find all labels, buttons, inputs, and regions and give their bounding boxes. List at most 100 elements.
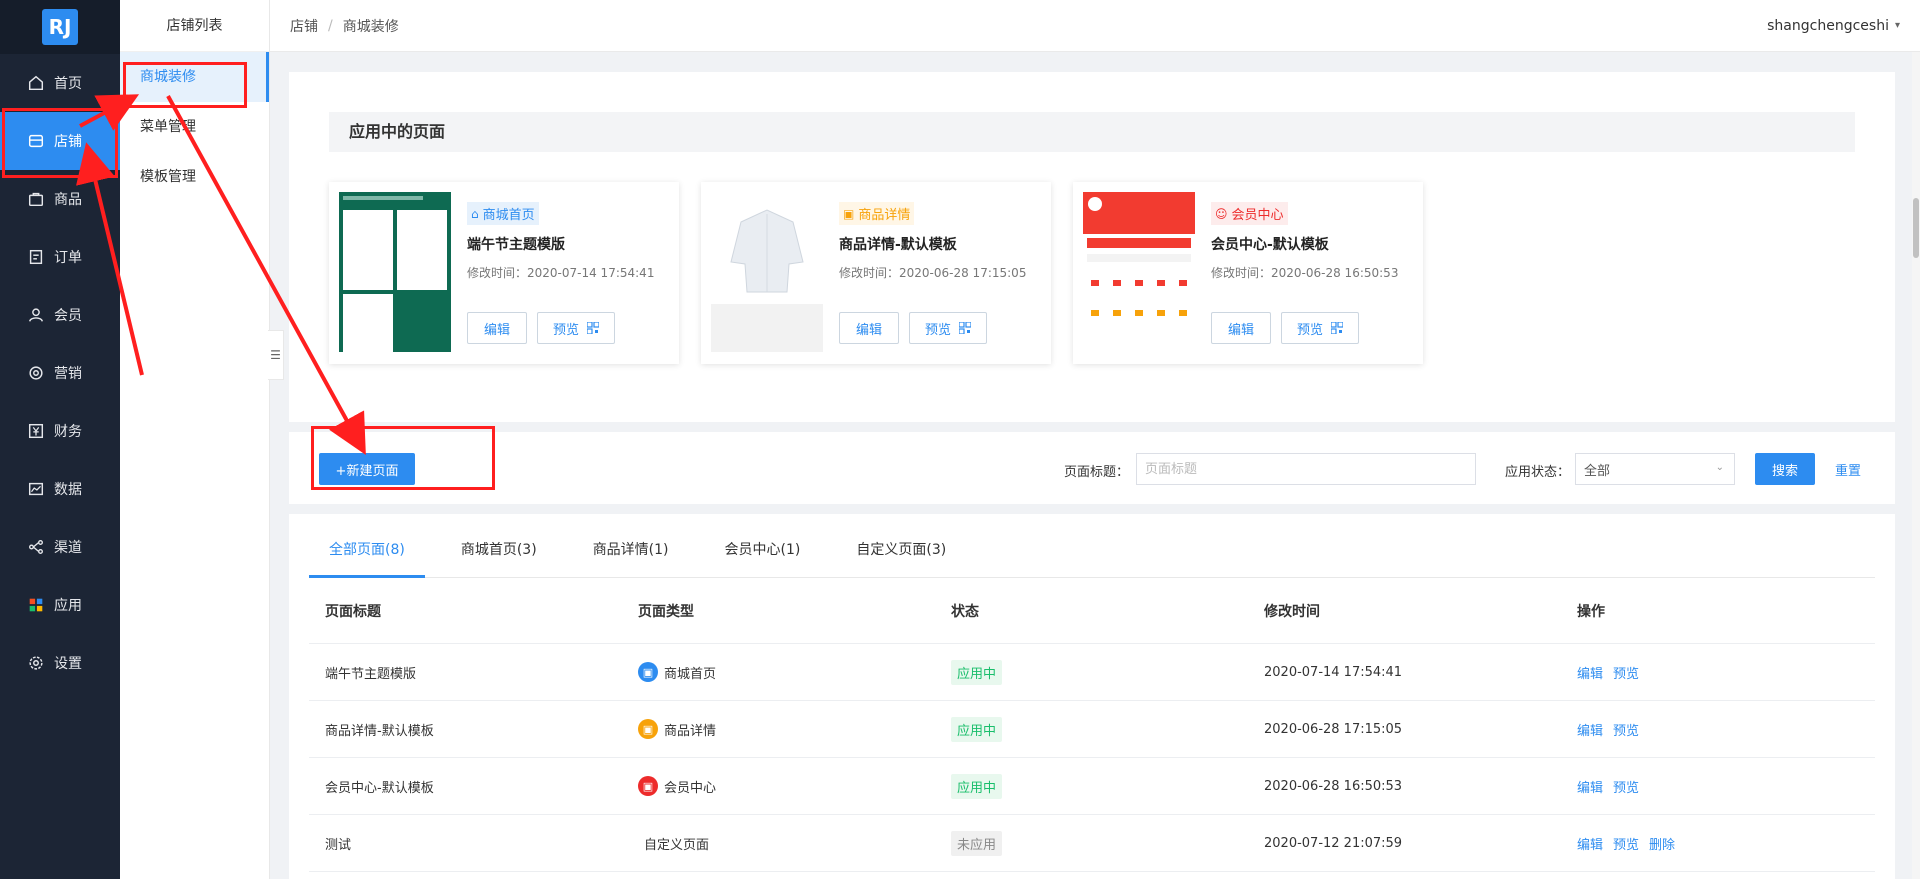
cell-title: 测试 (325, 837, 352, 853)
preview-button[interactable]: 预览 (1281, 312, 1359, 344)
column-header-actions: 操作 (1577, 603, 1605, 620)
sidebar-item-label: 应用 (54, 598, 82, 614)
breadcrumb-item-current: 商城装修 (342, 18, 399, 35)
tab-3[interactable]: 会员中心(1) (705, 528, 821, 578)
finance-icon (26, 421, 46, 441)
data-icon (26, 479, 46, 499)
tab-1[interactable]: 商城首页(3) (441, 528, 557, 578)
row-action-1[interactable]: 预览 (1613, 834, 1639, 853)
cell-time: 2020-06-28 16:50:53 (1264, 778, 1403, 794)
sidebar-item-9[interactable]: 应用 (0, 576, 120, 634)
header: 店铺 / 商城装修 shangchengceshi ▾ (270, 0, 1920, 52)
table-row: 商品详情-默认模板 ▣ 商品详情 应用中 2020-06-28 17:15:05 编辑 预览 (309, 701, 1875, 758)
sidebar-item-2[interactable]: 商品 (0, 170, 120, 228)
applied-pages-card: 应用中的页面 ⌂ 商城首页 端午节主题模版 修改时间：2020-07-14 17:… (289, 72, 1895, 422)
store-icon: ⌂ (471, 206, 479, 221)
template-card-member: ☺ 会员中心 会员中心-默认模板 修改时间：2020-06-28 16:50:53… (1073, 182, 1423, 364)
sidebar-item-label: 商品 (54, 192, 82, 208)
username: shangchengceshi (1767, 17, 1889, 34)
row-action-1[interactable]: 预览 (1613, 663, 1639, 682)
row-action-1[interactable]: 预览 (1613, 777, 1639, 796)
status-badge: 未应用 (951, 830, 1003, 856)
status-select[interactable]: 全部 ⌄ (1575, 453, 1735, 485)
tab-2[interactable]: 商品详情(1) (573, 528, 689, 578)
sidebar-item-10[interactable]: 设置 (0, 634, 120, 692)
cell-status: 应用中 (935, 659, 1248, 685)
row-action-2[interactable]: 删除 (1649, 834, 1675, 853)
home-icon (26, 73, 46, 93)
sub-sidebar-item-1[interactable]: 菜单管理 (120, 102, 269, 152)
sidebar-item-0[interactable]: 首页 (0, 54, 120, 112)
bag-icon (26, 189, 46, 209)
sidebar-item-7[interactable]: 数据 (0, 460, 120, 518)
template-time: 修改时间：2020-07-14 17:54:41 (467, 266, 655, 280)
cell-status: 应用中 (935, 716, 1248, 742)
sub-sidebar-item-2[interactable]: 模板管理 (120, 152, 269, 202)
row-action-1[interactable]: 预览 (1613, 720, 1639, 739)
status-badge: 应用中 (951, 773, 1003, 799)
collapse-sidebar-icon[interactable]: ☰ (268, 330, 284, 380)
row-action-0[interactable]: 编辑 (1577, 720, 1603, 739)
sidebar-item-label: 订单 (54, 250, 82, 266)
template-name: 商品详情-默认模板 (839, 237, 957, 253)
page-title-input[interactable] (1136, 453, 1476, 485)
row-action-0[interactable]: 编辑 (1577, 834, 1603, 853)
search-button[interactable]: 搜索 (1755, 453, 1815, 485)
table-row: 端午节主题模版 ▣ 商城首页 应用中 2020-07-14 17:54:41 编辑 预览 (309, 644, 1875, 701)
pages-table: 页面标题 页面类型 状态 修改时间 操作 端午节主题模版 ▣ 商城首页 应用中 2020… (309, 578, 1875, 872)
cell-time: 2020-06-28 17:15:05 (1264, 721, 1403, 737)
highlight-box-decoration (123, 62, 247, 108)
tab-0[interactable]: 全部页面(8) (309, 528, 425, 578)
edit-button[interactable]: 编辑 (467, 312, 527, 344)
sidebar-item-6[interactable]: 财务 (0, 402, 120, 460)
page-tabs: 全部页面(8) 商城首页(3) 商品详情(1) 会员中心(1) 自定义页面(3) (309, 528, 1875, 578)
breadcrumb: 店铺 / 商城装修 (290, 16, 399, 36)
table-body: 端午节主题模版 ▣ 商城首页 应用中 2020-07-14 17:54:41 编辑 预览 商品… (309, 644, 1875, 872)
table-row: 测试 自定义页面 未应用 2020-07-12 21:07:59 编辑 预览 删除 (309, 815, 1875, 872)
tab-4[interactable]: 自定义页面(3) (836, 528, 966, 578)
scrollbar-thumb[interactable] (1913, 198, 1919, 258)
marketing-icon (26, 363, 46, 383)
cell-type: ▣ 会员中心 (622, 776, 935, 796)
preview-button[interactable]: 预览 (537, 312, 615, 344)
status-label: 应用状态： (1505, 465, 1571, 480)
template-thumbnail (711, 192, 823, 352)
status-badge: 应用中 (951, 716, 1003, 742)
apps-icon (26, 595, 46, 615)
cell-time: 2020-07-14 17:54:41 (1264, 664, 1403, 680)
edit-button[interactable]: 编辑 (839, 312, 899, 344)
row-action-0[interactable]: 编辑 (1577, 777, 1603, 796)
user-menu[interactable]: shangchengceshi ▾ (1767, 18, 1900, 34)
column-header-title: 页面标题 (325, 603, 381, 620)
bag-icon: ▣ (843, 206, 855, 221)
template-name: 端午节主题模版 (467, 237, 565, 253)
chevron-down-icon: ▾ (1894, 20, 1900, 31)
sidebar-item-label: 会员 (54, 308, 82, 324)
logo-mark: RJ (42, 9, 78, 45)
breadcrumb-item-store[interactable]: 店铺 (290, 16, 318, 36)
row-action-0[interactable]: 编辑 (1577, 663, 1603, 682)
reset-button[interactable]: 重置 (1835, 460, 1861, 479)
sidebar-item-4[interactable]: 会员 (0, 286, 120, 344)
preview-button[interactable]: 预览 (909, 312, 987, 344)
page-type-badge: ▣ 商品详情 (839, 202, 915, 225)
qrcode-icon (1331, 322, 1343, 334)
template-thumbnail (1083, 192, 1195, 352)
sidebar-item-label: 数据 (54, 482, 82, 498)
edit-button[interactable]: 编辑 (1211, 312, 1271, 344)
page-scrollbar[interactable] (1912, 52, 1920, 879)
template-card-product: ▣ 商品详情 商品详情-默认模板 修改时间：2020-06-28 17:15:05… (701, 182, 1051, 364)
page-type-icon: ▣ (638, 776, 658, 796)
pages-table-card: 全部页面(8) 商城首页(3) 商品详情(1) 会员中心(1) 自定义页面(3) 页面标… (289, 514, 1895, 879)
channel-icon (26, 537, 46, 557)
cell-actions: 编辑 预览 (1561, 777, 1875, 796)
table-header: 页面标题 页面类型 状态 修改时间 操作 (309, 578, 1875, 644)
sidebar-item-5[interactable]: 营销 (0, 344, 120, 402)
logo: RJ (0, 0, 120, 54)
table-row: 会员中心-默认模板 ▣ 会员中心 应用中 2020-06-28 16:50:53 编辑 预览 (309, 758, 1875, 815)
cell-title: 商品详情-默认模板 (325, 723, 434, 739)
applied-pages-title: 应用中的页面 (329, 112, 1855, 152)
sidebar-item-8[interactable]: 渠道 (0, 518, 120, 576)
page-title-label: 页面标题： (1064, 465, 1130, 480)
sidebar-item-3[interactable]: 订单 (0, 228, 120, 286)
